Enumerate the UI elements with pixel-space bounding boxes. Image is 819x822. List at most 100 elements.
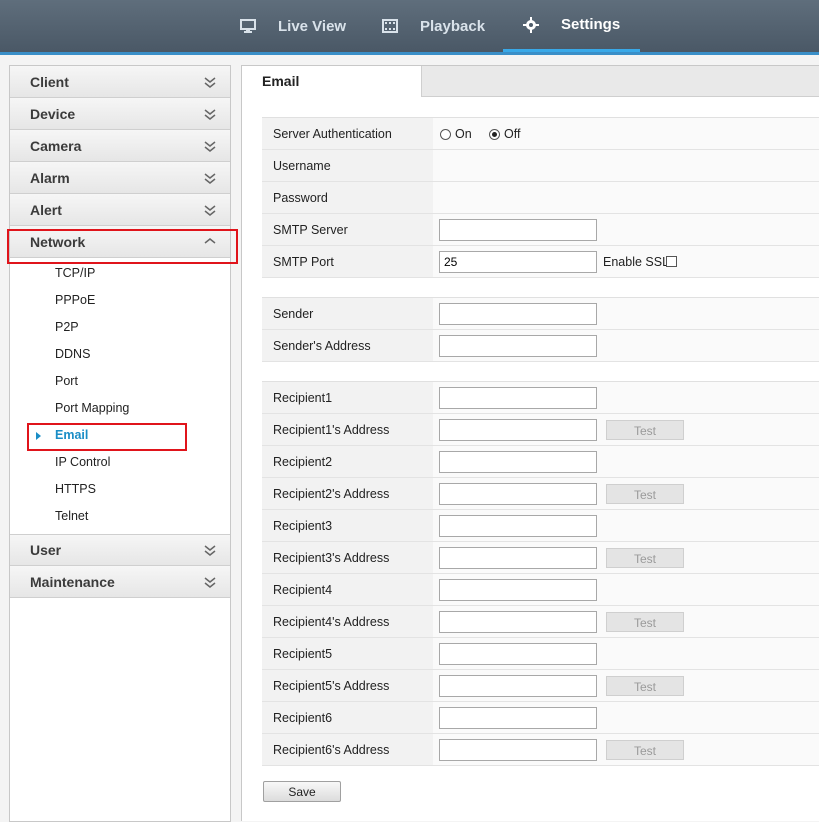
sidebar-item-email[interactable]: Email <box>10 422 230 449</box>
sender-section: Sender Sender's Address <box>262 297 819 362</box>
recipient4-input[interactable] <box>439 579 597 601</box>
recipient-row: Recipient3 <box>262 510 819 542</box>
tab-live-view[interactable]: Live View <box>240 0 346 52</box>
sidebar-item-tcpip[interactable]: TCP/IP <box>10 260 230 287</box>
sender-label: Sender <box>273 307 314 321</box>
tab-playback[interactable]: Playback <box>382 0 485 52</box>
username-row: Username <box>262 150 819 182</box>
recipient6-input[interactable] <box>439 707 597 729</box>
recipient-address-row: Recipient3's Address Test <box>262 542 819 574</box>
test-button[interactable]: Test <box>606 548 684 568</box>
sidebar-item-port[interactable]: Port <box>10 368 230 395</box>
recipient-label: Recipient5 <box>273 647 333 661</box>
chevron-down-icon <box>204 172 216 184</box>
sidebar-group-alert[interactable]: Alert <box>10 194 230 226</box>
auth-on-label: On <box>455 127 472 141</box>
recipient1-input[interactable] <box>439 387 597 409</box>
sidebar-item-p2p[interactable]: P2P <box>10 314 230 341</box>
recipient3-address-input[interactable] <box>439 547 597 569</box>
recipient-address-row: Recipient4's Address Test <box>262 606 819 638</box>
test-button[interactable]: Test <box>606 676 684 696</box>
sidebar-group-maintenance[interactable]: Maintenance <box>10 566 230 598</box>
recipient-address-label: Recipient1's Address <box>273 423 390 437</box>
film-icon <box>382 19 398 33</box>
sidebar-group-alarm[interactable]: Alarm <box>10 162 230 194</box>
test-button[interactable]: Test <box>606 740 684 760</box>
recipient1-address-input[interactable] <box>439 419 597 441</box>
test-button[interactable]: Test <box>606 420 684 440</box>
sidebar-item-https[interactable]: HTTPS <box>10 476 230 503</box>
recipient-address-row: Recipient2's Address Test <box>262 478 819 510</box>
recipient-address-row: Recipient1's Address Test <box>262 414 819 446</box>
recipient-row: Recipient5 <box>262 638 819 670</box>
sender-address-input[interactable] <box>439 335 597 357</box>
recipient2-address-input[interactable] <box>439 483 597 505</box>
auth-off-radio[interactable] <box>489 129 500 140</box>
sidebar-item-label: Email <box>55 428 89 442</box>
enable-ssl-checkbox[interactable] <box>666 256 677 267</box>
tab-settings-label: Settings <box>561 16 621 33</box>
sidebar-item-pppoe[interactable]: PPPoE <box>10 287 230 314</box>
sidebar-item-ddns[interactable]: DDNS <box>10 341 230 368</box>
sidebar-group-label: Client <box>30 73 69 90</box>
smtp-server-input[interactable] <box>439 219 597 241</box>
content-panel: Email Server Authentication On Off Usern… <box>241 65 819 821</box>
recipient-label: Recipient1 <box>273 391 333 405</box>
auth-on-radio[interactable] <box>440 129 451 140</box>
smtp-port-label: SMTP Port <box>273 255 334 269</box>
chevron-down-icon <box>204 204 216 216</box>
recipient-address-row: Recipient5's Address Test <box>262 670 819 702</box>
active-arrow-icon <box>36 432 41 440</box>
recipient-row: Recipient2 <box>262 446 819 478</box>
recipient2-input[interactable] <box>439 451 597 473</box>
sidebar-item-telnet[interactable]: Telnet <box>10 503 230 530</box>
chevron-down-icon <box>204 545 216 556</box>
smtp-server-row: SMTP Server <box>262 214 819 246</box>
sidebar: Client Device Camera Alarm Alert Network… <box>9 65 231 822</box>
gear-icon <box>523 16 539 33</box>
recipient4-address-input[interactable] <box>439 611 597 633</box>
server-auth-row: Server Authentication On Off <box>262 118 819 150</box>
chevron-down-icon <box>204 76 216 88</box>
sidebar-group-user[interactable]: User <box>10 534 230 566</box>
sidebar-item-ip-control[interactable]: IP Control <box>10 449 230 476</box>
recipient-label: Recipient6 <box>273 711 333 725</box>
auth-section: Server Authentication On Off Username Pa… <box>262 117 819 278</box>
test-button[interactable]: Test <box>606 484 684 504</box>
sidebar-group-device[interactable]: Device <box>10 98 230 130</box>
recipient6-address-input[interactable] <box>439 739 597 761</box>
sidebar-group-label: Alarm <box>30 169 70 186</box>
smtp-port-row: SMTP Port Enable SSL <box>262 246 819 278</box>
recipient-row: Recipient1 <box>262 382 819 414</box>
recipient-address-row: Recipient6's Address Test <box>262 734 819 766</box>
test-button[interactable]: Test <box>606 612 684 632</box>
tab-settings[interactable]: Settings <box>503 0 641 52</box>
sidebar-group-label: Network <box>30 233 86 250</box>
recipient5-address-input[interactable] <box>439 675 597 697</box>
smtp-port-input[interactable] <box>439 251 597 273</box>
save-button[interactable]: Save <box>263 781 341 802</box>
sidebar-group-label: Device <box>30 105 76 122</box>
sidebar-group-label: Maintenance <box>30 573 115 590</box>
recipient-label: Recipient4 <box>273 583 333 597</box>
sender-input[interactable] <box>439 303 597 325</box>
chevron-down-icon <box>204 140 216 152</box>
username-label: Username <box>273 159 331 173</box>
chevron-down-icon <box>204 108 216 120</box>
tab-live-view-label: Live View <box>278 17 347 35</box>
sidebar-item-port-mapping[interactable]: Port Mapping <box>10 395 230 422</box>
smtp-server-label: SMTP Server <box>273 223 348 237</box>
recipient-label: Recipient2 <box>273 455 333 469</box>
chevron-up-icon <box>204 237 216 244</box>
recipient-address-label: Recipient2's Address <box>273 487 390 501</box>
sidebar-group-camera[interactable]: Camera <box>10 130 230 162</box>
password-label: Password <box>273 191 328 205</box>
sidebar-group-label: Alert <box>30 201 62 218</box>
recipient3-input[interactable] <box>439 515 597 537</box>
sidebar-group-network[interactable]: Network <box>10 226 230 258</box>
recipient-address-label: Recipient5's Address <box>273 679 390 693</box>
sidebar-group-label: Camera <box>30 137 82 154</box>
tab-email[interactable]: Email <box>242 66 422 97</box>
recipient5-input[interactable] <box>439 643 597 665</box>
sidebar-group-client[interactable]: Client <box>10 66 230 98</box>
